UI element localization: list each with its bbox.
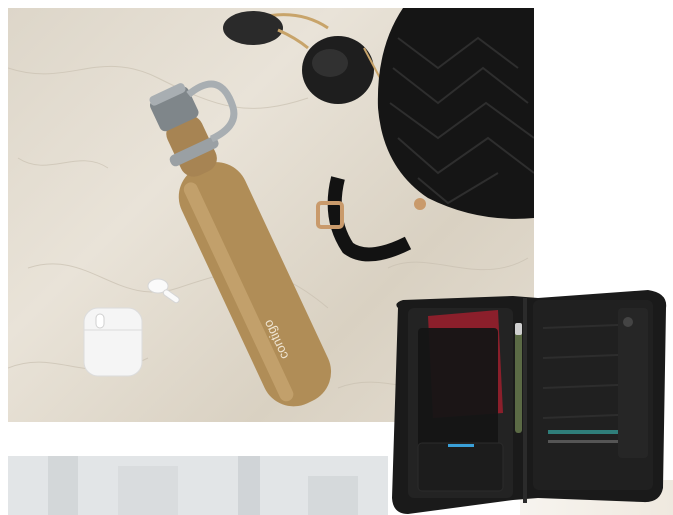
mesh-pocket — [418, 328, 498, 448]
earbud — [147, 278, 180, 304]
secondary-photo-svg — [8, 456, 388, 515]
card-edge-blue — [448, 444, 474, 447]
card-edge-gray — [548, 440, 628, 443]
sunglasses — [223, 11, 381, 104]
travel-organizer-photo — [388, 288, 673, 515]
earbuds-case — [83, 307, 143, 377]
travel-organizer-svg — [392, 290, 667, 514]
water-bottle: contigo — [149, 80, 332, 407]
card-edge-teal — [548, 430, 618, 434]
side-pocket — [618, 308, 648, 458]
secondary-photo-strip — [8, 456, 388, 515]
card-pocket — [417, 442, 504, 492]
pen — [515, 323, 522, 433]
zipper-pull — [623, 317, 633, 327]
organizer-spine — [523, 298, 527, 503]
